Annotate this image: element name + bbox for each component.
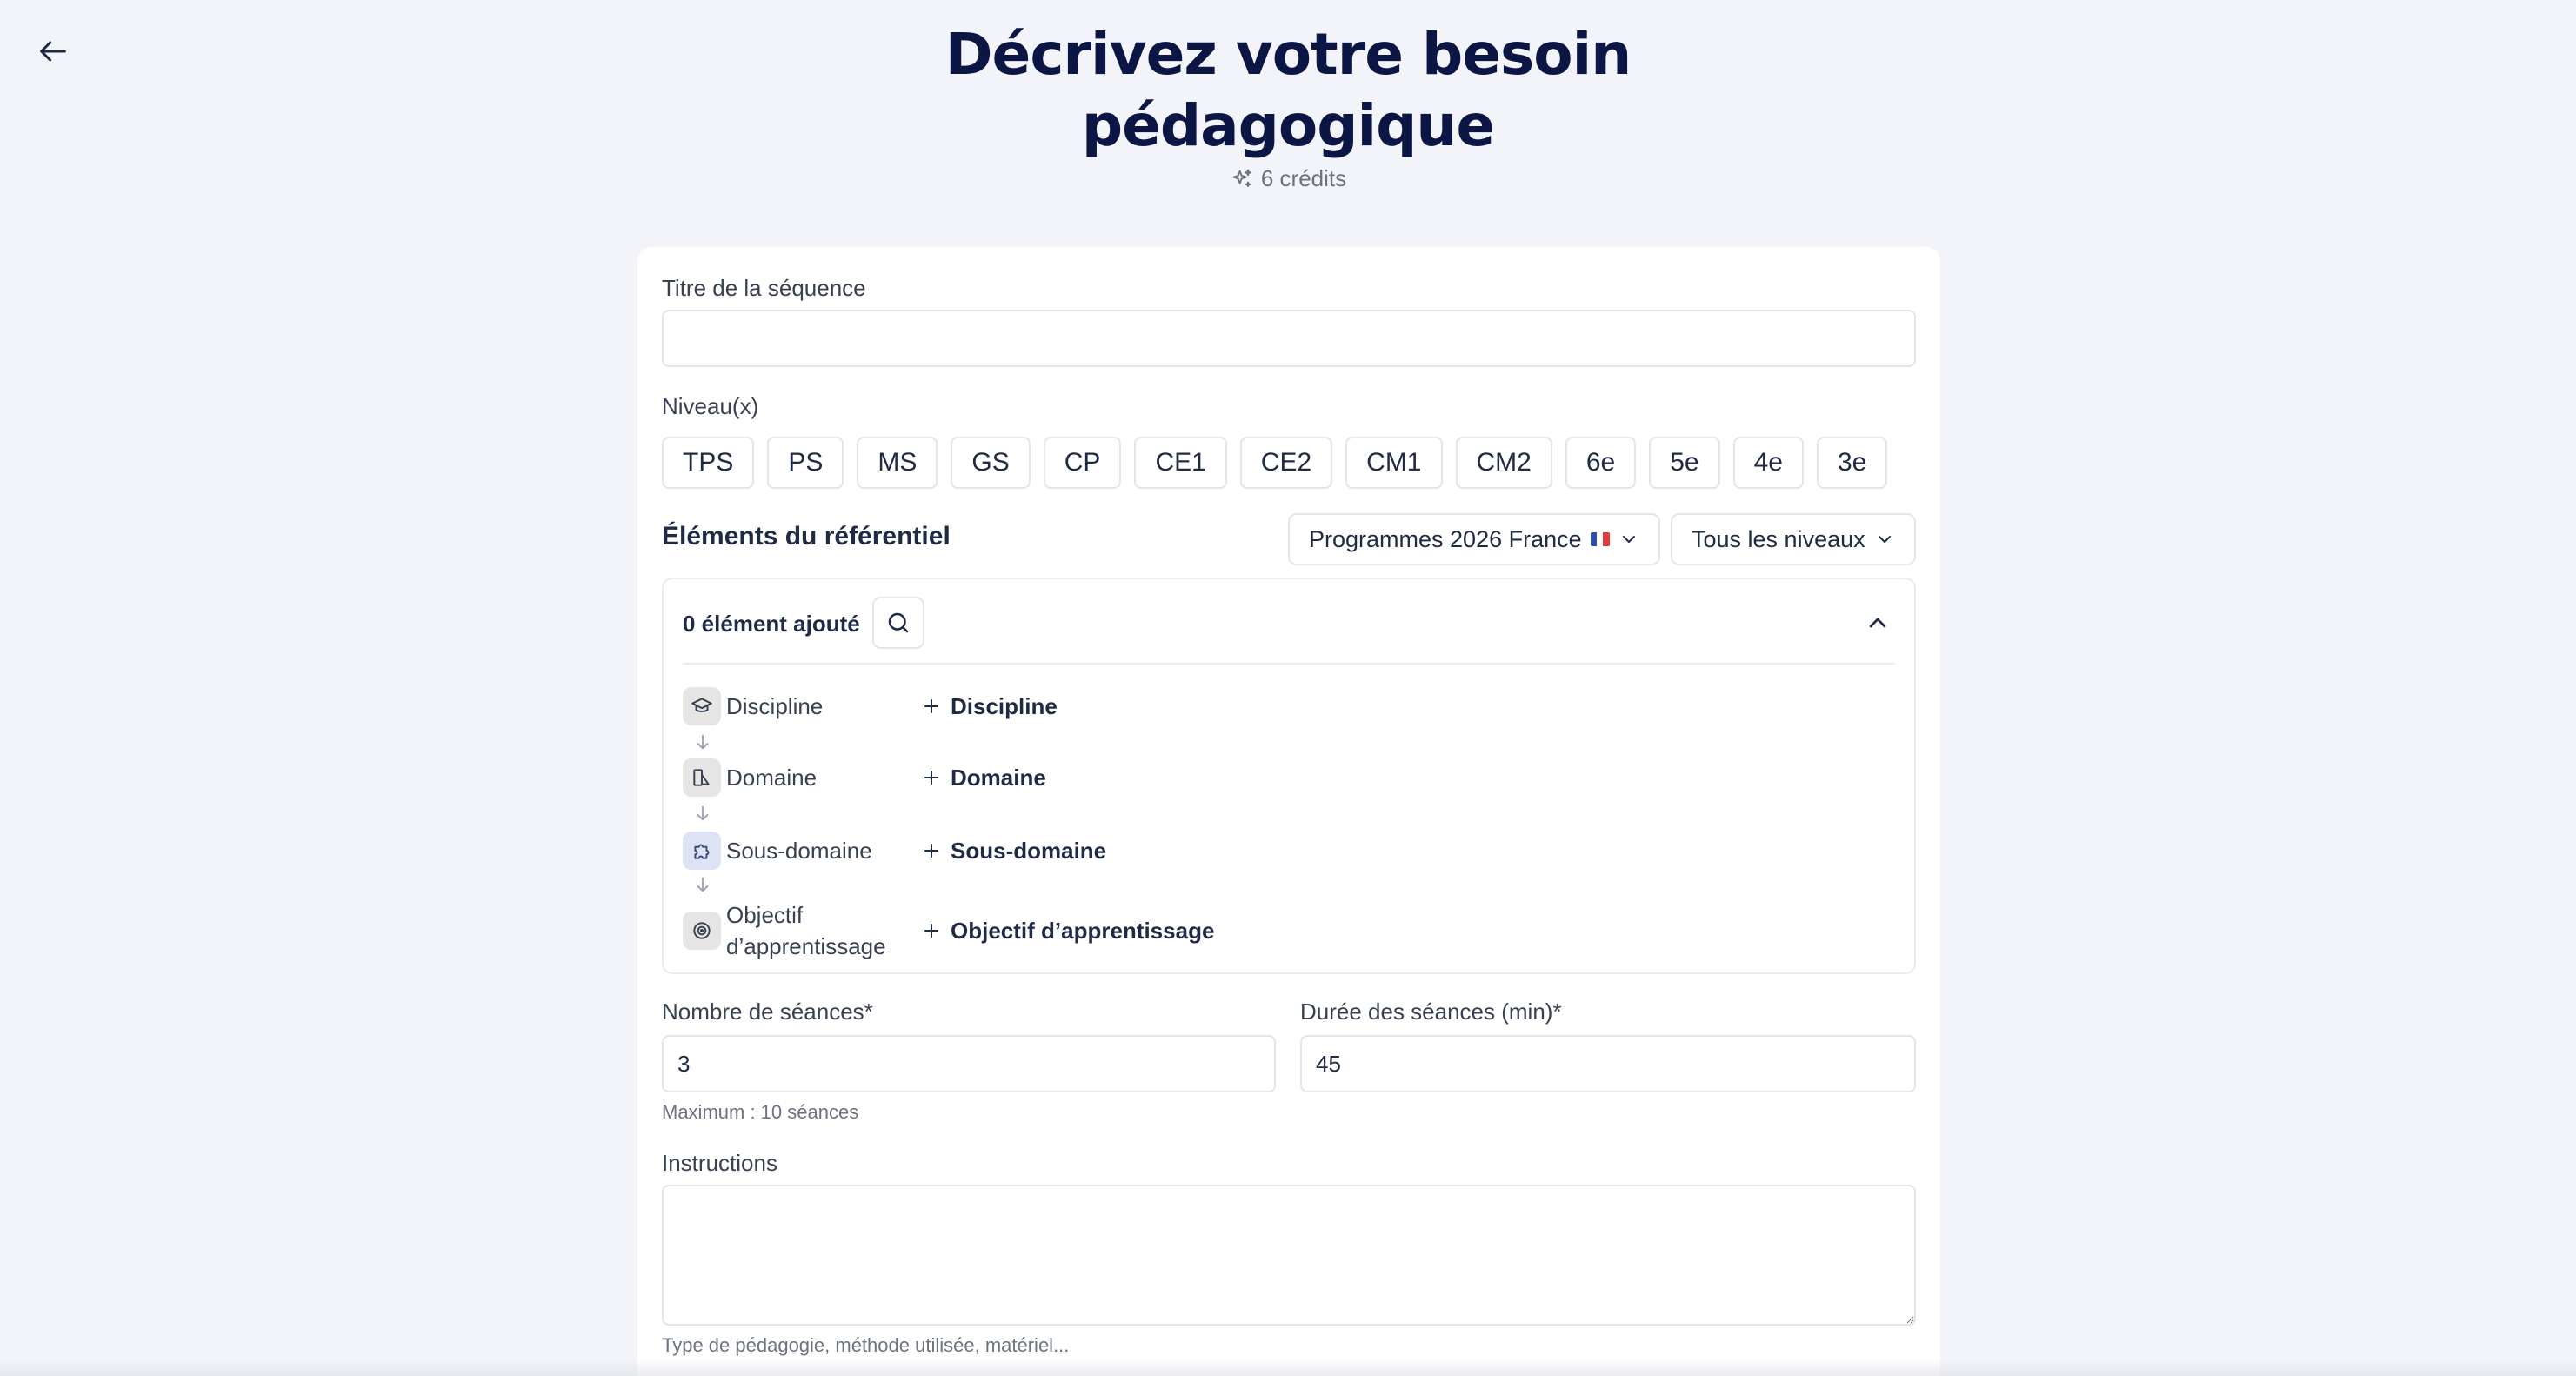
sparkles-icon	[1232, 169, 1251, 187]
form-card: Titre de la séquence Niveau(x) TPS PS MS GS…	[637, 247, 1940, 1376]
page: Décrivez votre besoin pédagogique 6 créd…	[0, 0, 2576, 1376]
bottom-fade	[0, 1359, 2576, 1376]
arrow-down-icon	[697, 734, 709, 750]
plus-icon	[924, 771, 938, 785]
referentiel-row-label: Sous-domaine	[726, 838, 872, 864]
levels-chip-group: TPS PS MS GS CP CE1 CE2 CM1 CM2 6e 5e 4e 3e	[662, 437, 1888, 489]
referentiel-divider	[683, 663, 1895, 665]
search-icon	[888, 612, 909, 633]
chevron-down-icon	[1622, 536, 1635, 543]
level-chip-cp[interactable]: CP	[1043, 437, 1122, 489]
level-chip-cm2[interactable]: CM2	[1455, 437, 1552, 489]
plus-icon	[924, 699, 938, 713]
duration-label: Durée des séances (min)*	[1300, 999, 1562, 1025]
referentiel-row-objectif: Objectif d’apprentissage Objectif d’appr…	[683, 899, 1214, 962]
level-chip-gs[interactable]: GS	[951, 437, 1031, 489]
referentiel-title: Éléments du référentiel	[662, 522, 951, 551]
level-chip-ce1[interactable]: CE1	[1134, 437, 1227, 489]
referentiel-row-sous-domaine: Sous-domaine Sous-domaine	[683, 832, 1106, 870]
level-chip-cm1[interactable]: CM1	[1345, 437, 1443, 489]
sessions-input[interactable]: 3	[662, 1035, 1276, 1092]
page-title: Décrivez votre besoin pédagogique	[0, 19, 2576, 162]
level-chip-5e[interactable]: 5e	[1649, 437, 1720, 489]
plus-icon	[924, 844, 938, 858]
level-chip-tps[interactable]: TPS	[662, 437, 755, 489]
credits-text: 6 crédits	[1260, 165, 1347, 191]
arrow-down-icon	[697, 805, 709, 821]
referentiel-row-label: Objectif d’apprentissage	[726, 899, 921, 962]
page-title-line-1: Décrivez votre besoin	[944, 21, 1632, 88]
level-filter-dropdown[interactable]: Tous les niveaux	[1671, 513, 1916, 565]
graduation-cap-icon	[683, 687, 721, 725]
level-chip-ps[interactable]: PS	[767, 437, 844, 489]
program-dropdown-label: Programmes 2026 France	[1309, 525, 1582, 552]
target-icon	[683, 912, 721, 950]
level-chip-6e[interactable]: 6e	[1565, 437, 1637, 489]
instructions-hint: Type de pédagogie, méthode utilisée, mat…	[662, 1334, 1070, 1356]
title-input[interactable]	[662, 310, 1916, 367]
objectif-label-line-1: Objectif	[726, 902, 804, 928]
level-chip-ms[interactable]: MS	[857, 437, 938, 489]
add-objectif-label: Objectif d’apprentissage	[951, 917, 1215, 944]
puzzle-icon	[683, 832, 721, 870]
referentiel-collapse-button[interactable]	[1860, 605, 1895, 640]
referentiel-count: 0 élément ajouté	[683, 611, 860, 637]
referentiel-row-domaine: Domaine Domaine	[683, 758, 1046, 797]
referentiel-row-label: Domaine	[726, 765, 818, 791]
level-chip-ce2[interactable]: CE2	[1239, 437, 1333, 489]
levels-label: Niveau(x)	[662, 393, 759, 419]
referentiel-row-label: Discipline	[726, 693, 824, 719]
referentiel-row-discipline: Discipline Discipline	[683, 687, 1058, 725]
page-title-line-2: pédagogique	[1081, 92, 1495, 159]
level-filter-dropdown-label: Tous les niveaux	[1692, 525, 1865, 552]
france-flag-icon	[1590, 532, 1610, 546]
sessions-label: Nombre de séances*	[662, 999, 873, 1025]
title-field-label: Titre de la séquence	[662, 275, 866, 301]
add-discipline-label: Discipline	[951, 692, 1058, 719]
add-discipline-button[interactable]: Discipline	[921, 693, 1058, 720]
instructions-label: Instructions	[662, 1150, 777, 1176]
add-sous-domaine-button[interactable]: Sous-domaine	[921, 838, 1106, 865]
level-chip-3e[interactable]: 3e	[1816, 437, 1888, 489]
sessions-hint: Maximum : 10 séances	[662, 1101, 859, 1123]
book-layout-icon	[683, 758, 721, 797]
objectif-label-line-2: d’apprentissage	[726, 933, 886, 959]
add-objectif-button[interactable]: Objectif d’apprentissage	[921, 918, 1214, 945]
duration-input[interactable]: 45	[1300, 1035, 1916, 1092]
referentiel-search-button[interactable]	[872, 597, 924, 649]
instructions-textarea[interactable]	[662, 1185, 1916, 1326]
level-chip-4e[interactable]: 4e	[1732, 437, 1804, 489]
arrow-down-icon	[697, 877, 709, 892]
referentiel-panel: 0 élément ajouté Discipline Discipline D…	[662, 578, 1916, 974]
plus-icon	[924, 924, 938, 938]
add-domaine-label: Domaine	[951, 764, 1046, 791]
add-domaine-button[interactable]: Domaine	[921, 765, 1046, 792]
credits-indicator: 6 crédits	[0, 165, 2576, 192]
add-sous-domaine-label: Sous-domaine	[951, 837, 1107, 864]
program-dropdown[interactable]: Programmes 2026 France	[1288, 513, 1660, 565]
chevron-up-icon	[1869, 618, 1886, 628]
chevron-down-icon	[1878, 536, 1891, 543]
